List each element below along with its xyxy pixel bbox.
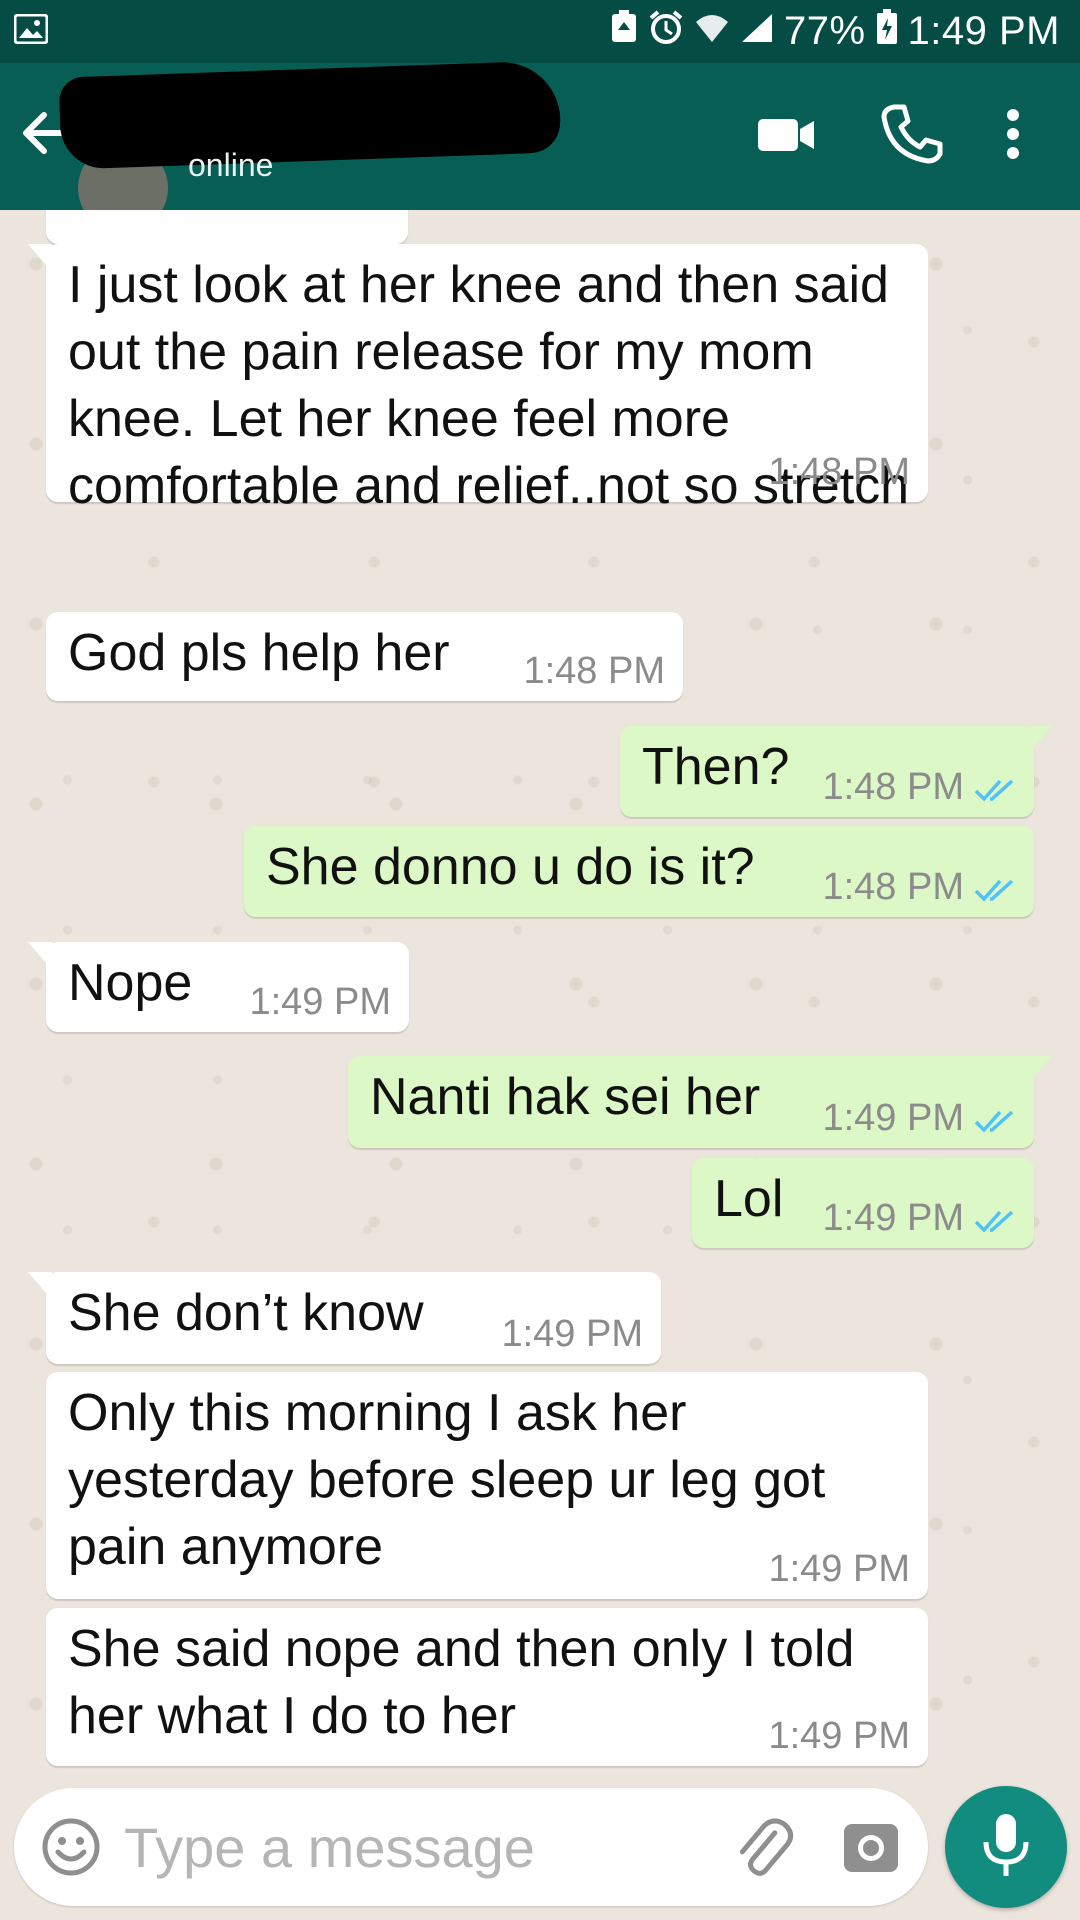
camera-icon[interactable] — [842, 1818, 900, 1876]
video-call-icon[interactable] — [752, 99, 822, 169]
outgoing-message[interactable]: She donno u do is it? 1:48 PM — [244, 826, 1034, 917]
message-time: 1:49 PM — [768, 1548, 910, 1590]
outgoing-message[interactable]: Lol 1:49 PM — [692, 1158, 1034, 1248]
message-text: She don’t know — [68, 1284, 424, 1342]
gallery-notification-icon — [13, 13, 49, 49]
chat-area[interactable]: I just look at her knee and then said ou… — [0, 210, 1080, 1780]
contact-status: online — [188, 147, 274, 183]
chat-header: online — [0, 60, 1080, 233]
microphone-icon — [983, 1814, 1029, 1876]
attach-icon[interactable] — [730, 1814, 796, 1880]
message-time: 1:48 PM — [822, 766, 964, 808]
message-text: Only this morning I ask her yesterday be… — [68, 1384, 826, 1576]
wifi-icon — [694, 9, 730, 54]
contact-name-redaction-overlap — [120, 93, 560, 153]
message-time: 1:48 PM — [768, 451, 910, 493]
microphone-button[interactable] — [945, 1786, 1067, 1908]
more-vert-icon[interactable] — [988, 99, 1038, 169]
incoming-message[interactable]: She said nope and then only I told her w… — [46, 1608, 928, 1766]
read-ticks-icon — [974, 879, 1014, 902]
bubble-tail — [1028, 1056, 1052, 1084]
message-time: 1:49 PM — [249, 981, 391, 1023]
read-ticks-icon — [974, 779, 1014, 802]
message-time: 1:49 PM — [768, 1715, 910, 1757]
message-text: Nanti hak sei her — [370, 1068, 761, 1126]
outgoing-message[interactable]: Then? 1:48 PM — [620, 726, 1052, 817]
message-text: God pls help her — [68, 624, 450, 682]
message-time: 1:48 PM — [523, 650, 665, 692]
incoming-message[interactable]: She don’t know 1:49 PM — [28, 1272, 661, 1364]
clipped-message-bubble — [46, 210, 408, 244]
message-input[interactable] — [124, 1812, 684, 1882]
phone-icon[interactable] — [876, 99, 946, 169]
storage-saver-icon — [610, 9, 638, 54]
incoming-message[interactable]: Only this morning I ask her yesterday be… — [46, 1372, 928, 1599]
bubble-tail — [28, 244, 52, 272]
incoming-message[interactable]: I just look at her knee and then said ou… — [28, 244, 928, 515]
message-text: Then? — [642, 738, 790, 796]
message-input-bar — [14, 1788, 928, 1906]
emoji-icon[interactable] — [40, 1816, 102, 1878]
signal-icon — [740, 9, 774, 54]
clock: 1:49 PM — [907, 9, 1060, 53]
read-ticks-icon — [974, 1110, 1014, 1133]
incoming-message[interactable]: God pls help her 1:48 PM — [46, 612, 683, 701]
read-ticks-icon — [974, 1210, 1014, 1233]
outgoing-message[interactable]: Nanti hak sei her 1:49 PM — [348, 1056, 1052, 1148]
battery-charging-icon — [876, 8, 898, 55]
message-time: 1:49 PM — [822, 1197, 964, 1239]
message-text: She said nope and then only I told her w… — [68, 1620, 855, 1745]
bubble-tail — [28, 942, 52, 970]
message-time: 1:49 PM — [822, 1097, 964, 1139]
message-text: Nope — [68, 954, 193, 1012]
message-time: 1:49 PM — [501, 1313, 643, 1355]
battery-percent: 77% — [783, 9, 866, 53]
incoming-message[interactable]: Nope 1:49 PM — [28, 942, 409, 1032]
message-text: She donno u do is it? — [266, 838, 755, 896]
bubble-tail — [28, 1272, 52, 1300]
bubble-tail — [1028, 726, 1052, 754]
message-text: Lol — [714, 1170, 784, 1228]
status-bar: 77% 1:49 PM — [0, 0, 1080, 63]
alarm-icon — [648, 9, 684, 55]
message-time: 1:48 PM — [822, 866, 964, 908]
